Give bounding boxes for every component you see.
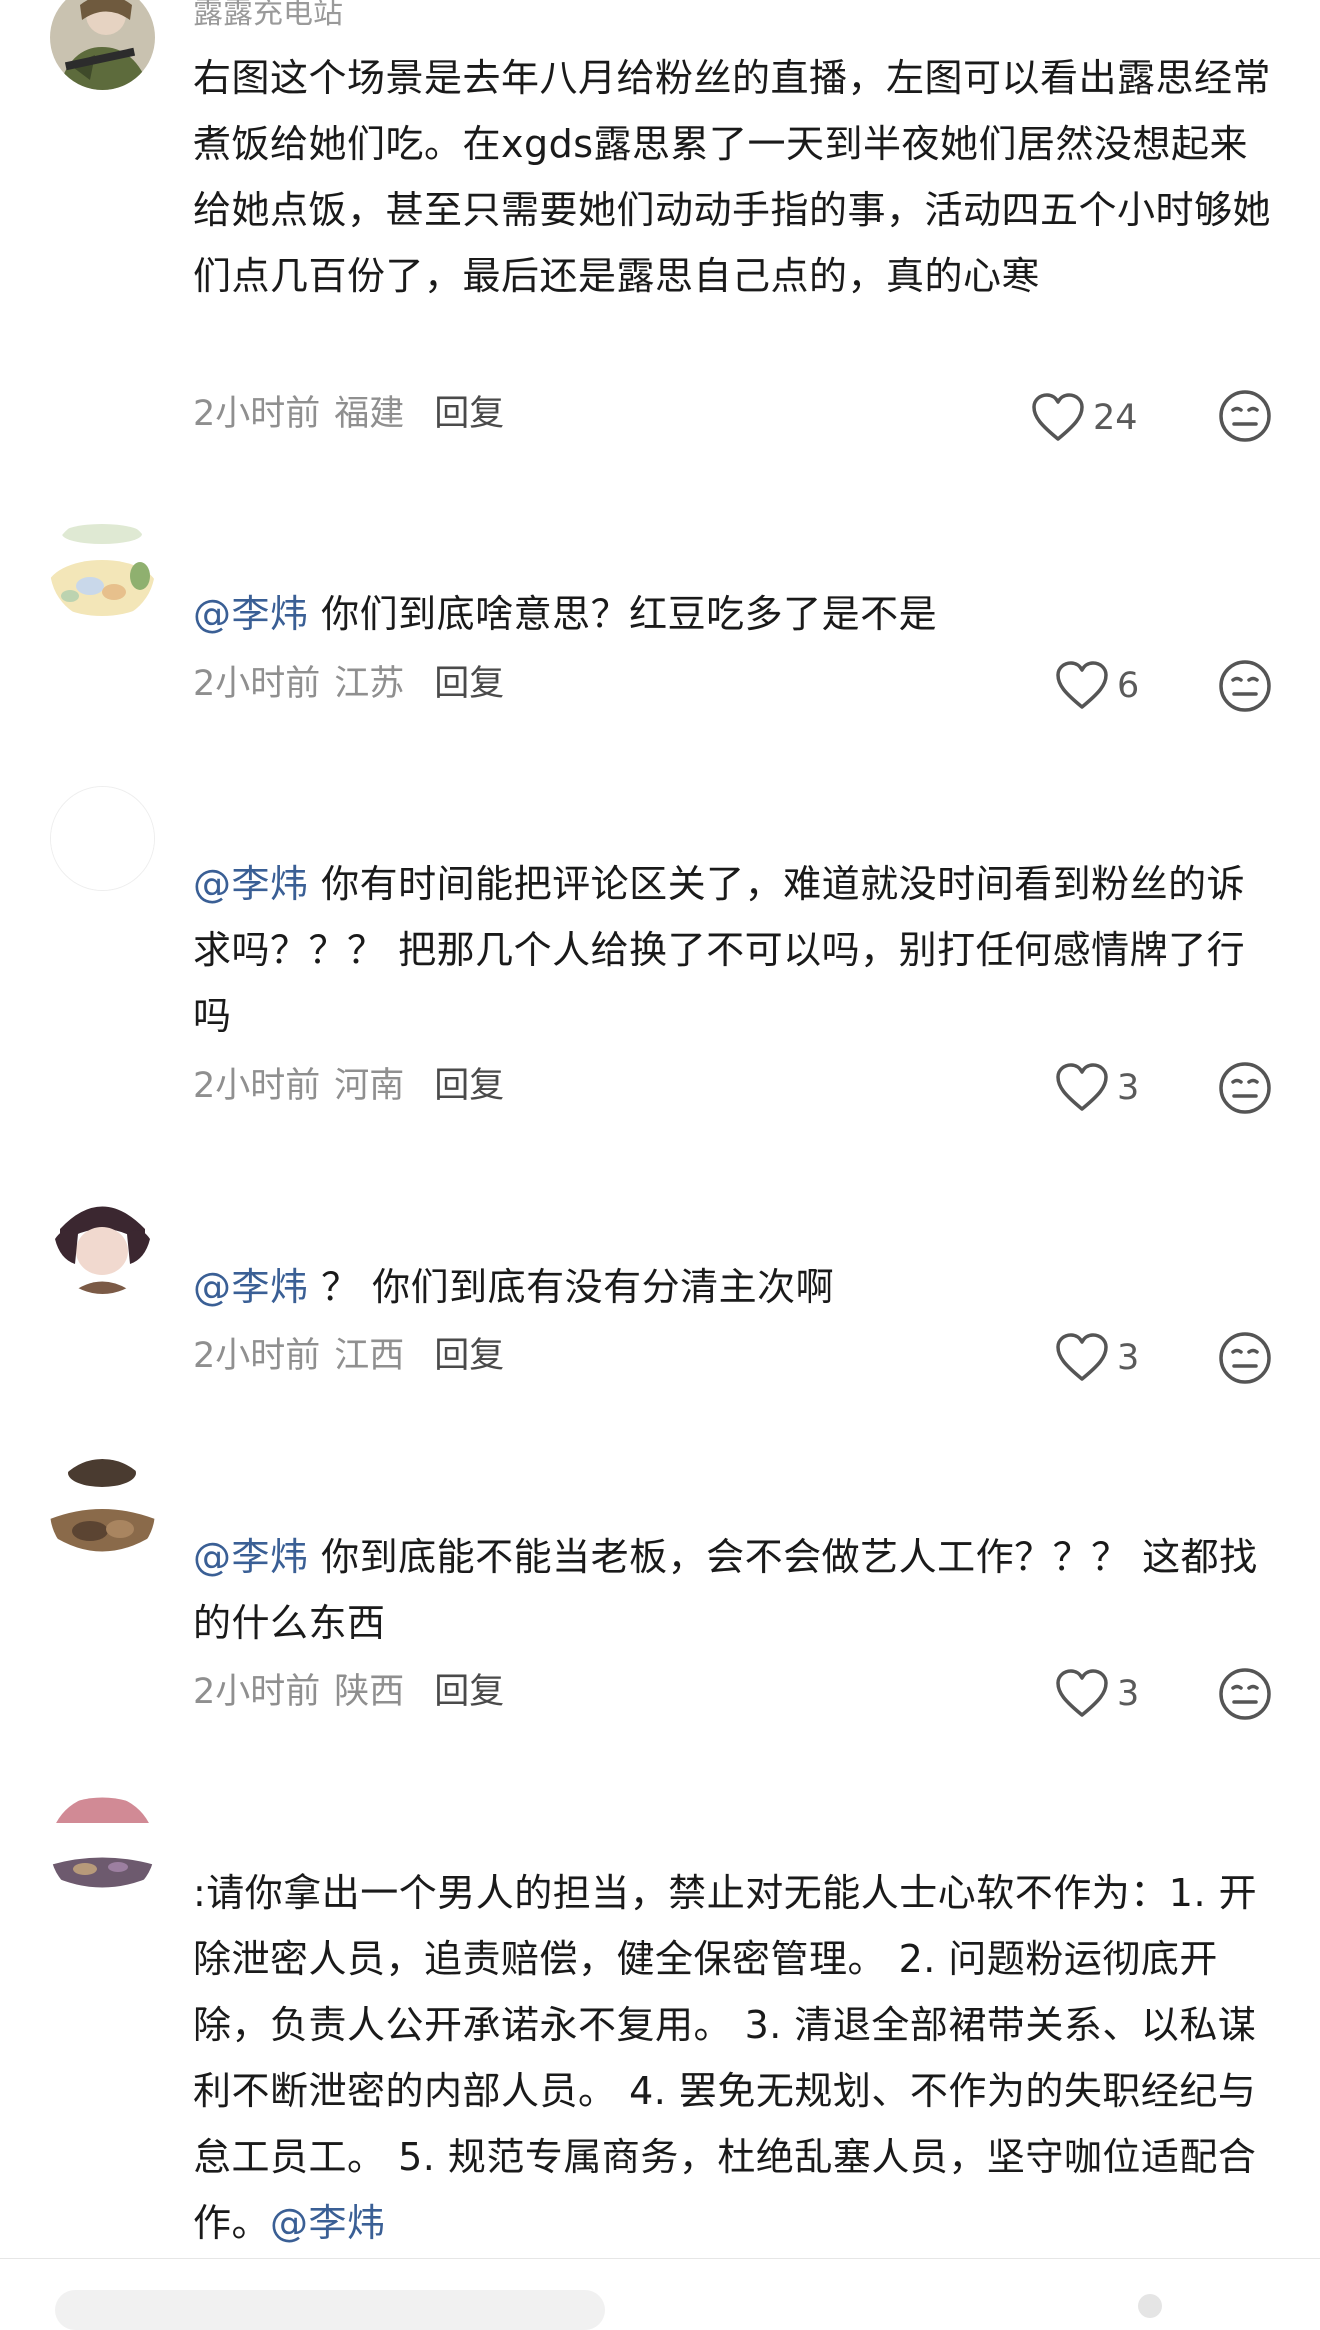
like-button[interactable]: 24 bbox=[1031, 388, 1138, 448]
comment-text: 你们到底啥意思？红豆吃多了是不是 bbox=[308, 592, 938, 636]
avatar-image bbox=[50, 1189, 155, 1294]
neutral-face-icon bbox=[1219, 1062, 1271, 1114]
avatar[interactable] bbox=[50, 1459, 155, 1564]
comment-body: 右图这个场景是去年八月给粉丝的直播，左图可以看出露思经常煮饭给她们吃。在xgds… bbox=[193, 45, 1273, 309]
like-button[interactable]: 3 bbox=[1055, 1664, 1139, 1724]
like-button[interactable]: 6 bbox=[1055, 656, 1139, 716]
like-count: 3 bbox=[1117, 1338, 1140, 1378]
like-button[interactable]: 3 bbox=[1055, 1328, 1139, 1388]
mention-link[interactable]: @李炜 bbox=[193, 1535, 309, 1579]
heart-outline-icon bbox=[1056, 661, 1108, 709]
comment-region: 江苏 bbox=[334, 664, 405, 704]
comment-body: @李炜 你到底能不能当老板，会不会做艺人工作？？？ 这都找的什么东西 bbox=[193, 1524, 1273, 1656]
comment-time: 2小时前 bbox=[193, 1672, 321, 1712]
reply-button[interactable]: 回复 bbox=[434, 1336, 504, 1376]
comment-region: 陕西 bbox=[334, 1672, 405, 1712]
like-count: 6 bbox=[1117, 666, 1140, 706]
reply-button[interactable]: 回复 bbox=[434, 394, 504, 434]
comment-meta: 2小时前 江西 回复 bbox=[193, 1334, 504, 1378]
react-button[interactable] bbox=[1218, 1061, 1272, 1115]
react-button[interactable] bbox=[1218, 389, 1272, 443]
comment-body: @李炜 你有时间能把评论区关了，难道就没时间看到粉丝的诉求吗？？？ 把那几个人给… bbox=[193, 851, 1273, 1049]
avatar[interactable] bbox=[50, 516, 155, 621]
neutral-face-icon bbox=[1219, 660, 1271, 712]
neutral-face-icon bbox=[1219, 1332, 1271, 1384]
like-count: 3 bbox=[1117, 1674, 1140, 1714]
comment-region: 河南 bbox=[334, 1066, 405, 1106]
avatar[interactable] bbox=[50, 1189, 155, 1294]
mention-link[interactable]: @李炜 bbox=[193, 862, 309, 906]
like-button[interactable]: 3 bbox=[1055, 1058, 1139, 1118]
like-count: 3 bbox=[1117, 1068, 1140, 1108]
avatar[interactable] bbox=[50, 786, 155, 891]
comment-region: 福建 bbox=[334, 394, 405, 434]
reply-button[interactable]: 回复 bbox=[434, 1066, 504, 1106]
comment-time: 2小时前 bbox=[193, 1336, 321, 1376]
comment-body: :请你拿出一个男人的担当，禁止对无能人士心软不作为：1. 开除泄密人员，追责赔偿… bbox=[193, 1860, 1273, 2256]
comment-input-field[interactable] bbox=[55, 2290, 605, 2330]
comment-text: 右图这个场景是去年八月给粉丝的直播，左图可以看出露思经常煮饭给她们吃。在xgds… bbox=[193, 56, 1272, 298]
comment-text: :请你拿出一个男人的担当，禁止对无能人士心软不作为：1. 开除泄密人员，追责赔偿… bbox=[193, 1871, 1258, 2245]
neutral-face-icon bbox=[1219, 1668, 1271, 1720]
react-button[interactable] bbox=[1218, 1331, 1272, 1385]
react-button[interactable] bbox=[1218, 1667, 1272, 1721]
avatar-image bbox=[50, 1459, 155, 1564]
reply-button[interactable]: 回复 bbox=[434, 1672, 504, 1712]
heart-outline-icon bbox=[1032, 393, 1084, 441]
avatar-image bbox=[51, 787, 154, 890]
comment-body: @李炜 你们到底啥意思？红豆吃多了是不是 bbox=[193, 581, 1273, 647]
avatar-image bbox=[50, 0, 155, 90]
avatar-image bbox=[50, 516, 155, 621]
comment-meta: 2小时前 河南 回复 bbox=[193, 1064, 504, 1108]
comment-meta: 2小时前 陕西 回复 bbox=[193, 1670, 504, 1714]
neutral-face-icon bbox=[1219, 390, 1271, 442]
heart-outline-icon bbox=[1056, 1669, 1108, 1717]
comment-body: @李炜 ？ 你们到底有没有分清主次啊 bbox=[193, 1254, 1273, 1320]
comment-author[interactable]: 露露充电站 bbox=[193, 0, 343, 34]
mention-link[interactable]: @李炜 bbox=[270, 2201, 386, 2245]
comment-text: 你到底能不能当老板，会不会做艺人工作？？？ 这都找的什么东西 bbox=[193, 1535, 1258, 1645]
heart-outline-icon bbox=[1056, 1333, 1108, 1381]
mention-link[interactable]: @李炜 bbox=[193, 1265, 309, 1309]
comment-time: 2小时前 bbox=[193, 394, 321, 434]
react-button[interactable] bbox=[1218, 659, 1272, 713]
emoji-icon[interactable] bbox=[1138, 2294, 1162, 2318]
comment-text: ？ 你们到底有没有分清主次啊 bbox=[308, 1265, 835, 1309]
avatar[interactable] bbox=[50, 0, 155, 90]
comment-time: 2小时前 bbox=[193, 1066, 321, 1106]
mention-link[interactable]: @李炜 bbox=[193, 592, 309, 636]
comment-meta: 2小时前 江苏 回复 bbox=[193, 662, 504, 706]
like-count: 24 bbox=[1093, 398, 1138, 438]
comment-region: 江西 bbox=[334, 1336, 405, 1376]
comment-time: 2小时前 bbox=[193, 664, 321, 704]
avatar-image bbox=[50, 1795, 155, 1900]
comment-meta: 2小时前 福建 回复 bbox=[193, 392, 504, 436]
comment-text: 你有时间能把评论区关了，难道就没时间看到粉丝的诉求吗？？？ 把那几个人给换了不可… bbox=[193, 862, 1246, 1038]
avatar[interactable] bbox=[50, 1795, 155, 1900]
reply-button[interactable]: 回复 bbox=[434, 664, 504, 704]
heart-outline-icon bbox=[1056, 1063, 1108, 1111]
